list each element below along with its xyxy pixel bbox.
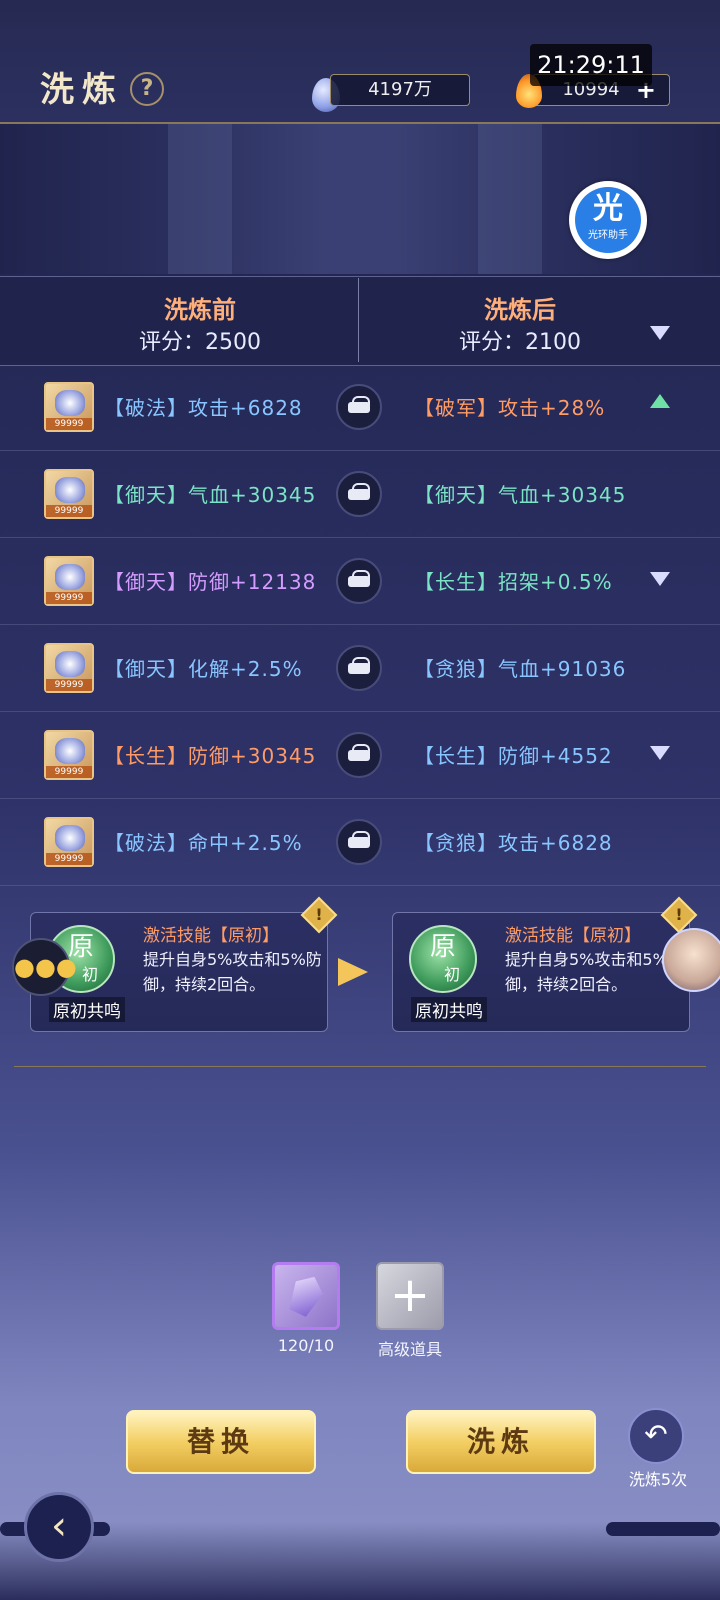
- skill-orb-main: 原: [429, 932, 456, 962]
- before-attribute: 【御天】防御+12138: [104, 570, 317, 594]
- skill-orb-icon: 原 初: [409, 925, 477, 993]
- assistant-label: 光环助手: [588, 230, 628, 241]
- attribute-row: 99999 【御天】化解+2.5% 【贪狼】气血+91036: [0, 625, 720, 712]
- item-image: [55, 564, 85, 590]
- item-stars: 99999: [46, 592, 92, 604]
- before-attribute: 【破法】攻击+6828: [104, 396, 303, 420]
- advanced-item-label: 高级道具: [377, 1340, 442, 1359]
- transition-arrow-icon: [338, 958, 368, 986]
- before-attribute: 【长生】防御+30345: [104, 744, 317, 768]
- skill-description: 提升自身5%攻击和5%防御，持续2回合。: [143, 950, 322, 994]
- refine-crystal-item[interactable]: [272, 1262, 340, 1330]
- attribute-row: 99999 【破法】攻击+6828 【破军】攻击+28%: [0, 364, 720, 451]
- item-stars: 99999: [46, 679, 92, 691]
- skill-title: 激活技能【原初】: [143, 926, 279, 946]
- item-icon[interactable]: 99999: [44, 556, 94, 606]
- lock-toggle[interactable]: [336, 384, 382, 430]
- decorative-pillar: [478, 124, 542, 274]
- section-divider: [14, 1066, 706, 1067]
- lock-icon: [348, 489, 370, 500]
- item-image: [55, 825, 85, 851]
- lock-icon: [348, 750, 370, 761]
- decrease-arrow-icon: [650, 572, 670, 586]
- item-icon[interactable]: 99999: [44, 730, 94, 780]
- before-score: 评分：2500: [139, 330, 261, 355]
- page-title: 洗炼: [40, 70, 124, 110]
- after-score: 评分：2100: [459, 330, 581, 355]
- after-attribute: 【御天】气血+30345: [414, 483, 627, 507]
- multi-refine-label: 洗炼5次: [628, 1470, 688, 1489]
- gem-currency-value: 4197万: [368, 79, 432, 100]
- after-attribute: 【长生】招架+0.5%: [414, 570, 613, 594]
- crystal-icon: [284, 1271, 328, 1320]
- replace-button[interactable]: 替换: [126, 1410, 316, 1474]
- item-image: [55, 651, 85, 677]
- decorative-pillar: [168, 124, 232, 274]
- skill-orb-sub: 初: [443, 965, 460, 984]
- before-attribute: 【破法】命中+2.5%: [104, 831, 303, 855]
- after-attribute: 【贪狼】气血+91036: [414, 657, 627, 681]
- item-icon[interactable]: 99999: [44, 817, 94, 867]
- after-attribute: 【破军】攻击+28%: [414, 396, 606, 420]
- gem-currency-box: 4197万: [330, 74, 470, 106]
- skill-card-after[interactable]: 原 初 原初共鸣 激活技能【原初】 提升自身5%攻击和5%防御，持续2回合。: [392, 912, 690, 1032]
- item-stars: 99999: [46, 766, 92, 778]
- back-button[interactable]: ‹: [24, 1492, 94, 1562]
- assistant-char: 光: [593, 191, 623, 226]
- item-image: [55, 477, 85, 503]
- item-image: [55, 738, 85, 764]
- lock-toggle[interactable]: [336, 732, 382, 778]
- time-overlay: 21:29:11: [530, 44, 652, 86]
- attribute-row: 99999 【御天】气血+30345 【御天】气血+30345: [0, 451, 720, 538]
- avatar[interactable]: [662, 928, 720, 992]
- item-stars: 99999: [46, 853, 92, 865]
- before-attribute: 【御天】化解+2.5%: [104, 657, 303, 681]
- after-title: 洗炼后: [484, 296, 556, 324]
- question-icon[interactable]: ?: [130, 72, 164, 106]
- assistant-button[interactable]: 光 光环助手: [569, 181, 647, 259]
- skill-description: 提升自身5%攻击和5%防御，持续2回合。: [505, 950, 684, 994]
- after-attribute: 【长生】防御+4552: [414, 744, 613, 768]
- score-down-arrow-icon: [650, 326, 670, 340]
- increase-arrow-icon: [650, 394, 670, 408]
- attribute-row: 99999 【长生】防御+30345 【长生】防御+4552: [0, 712, 720, 799]
- lock-toggle[interactable]: [336, 819, 382, 865]
- multi-refine-button[interactable]: ↶: [628, 1408, 684, 1464]
- before-attribute: 【御天】气血+30345: [104, 483, 317, 507]
- lock-toggle[interactable]: [336, 471, 382, 517]
- crystal-count: 120/10: [277, 1336, 335, 1355]
- item-icon[interactable]: 99999: [44, 382, 94, 432]
- item-stars: 99999: [46, 505, 92, 517]
- add-advanced-item-button[interactable]: +: [376, 1262, 444, 1330]
- item-icon[interactable]: 99999: [44, 469, 94, 519]
- after-attribute: 【贪狼】攻击+6828: [414, 831, 613, 855]
- lock-toggle[interactable]: [336, 558, 382, 604]
- lock-toggle[interactable]: [336, 645, 382, 691]
- compare-divider: [358, 278, 359, 362]
- skill-name: 原初共鸣: [49, 997, 125, 1022]
- bottom-rail: [606, 1522, 720, 1536]
- item-icon[interactable]: 99999: [44, 643, 94, 693]
- lock-icon: [348, 576, 370, 587]
- decrease-arrow-icon: [650, 746, 670, 760]
- refine-button[interactable]: 洗炼: [406, 1410, 596, 1474]
- item-image: [55, 390, 85, 416]
- assistant-badge: 光 光环助手: [575, 187, 641, 253]
- item-stars: 99999: [46, 418, 92, 430]
- skill-title: 激活技能【原初】: [505, 926, 641, 946]
- attribute-row: 99999 【御天】防御+12138 【长生】招架+0.5%: [0, 538, 720, 625]
- lock-icon: [348, 663, 370, 674]
- chat-bubble-icon[interactable]: ●●●: [12, 938, 77, 996]
- before-title: 洗炼前: [164, 296, 236, 324]
- skill-name: 原初共鸣: [411, 997, 487, 1022]
- attribute-row: 99999 【破法】命中+2.5% 【贪狼】攻击+6828: [0, 799, 720, 886]
- lock-icon: [348, 837, 370, 848]
- lock-icon: [348, 402, 370, 413]
